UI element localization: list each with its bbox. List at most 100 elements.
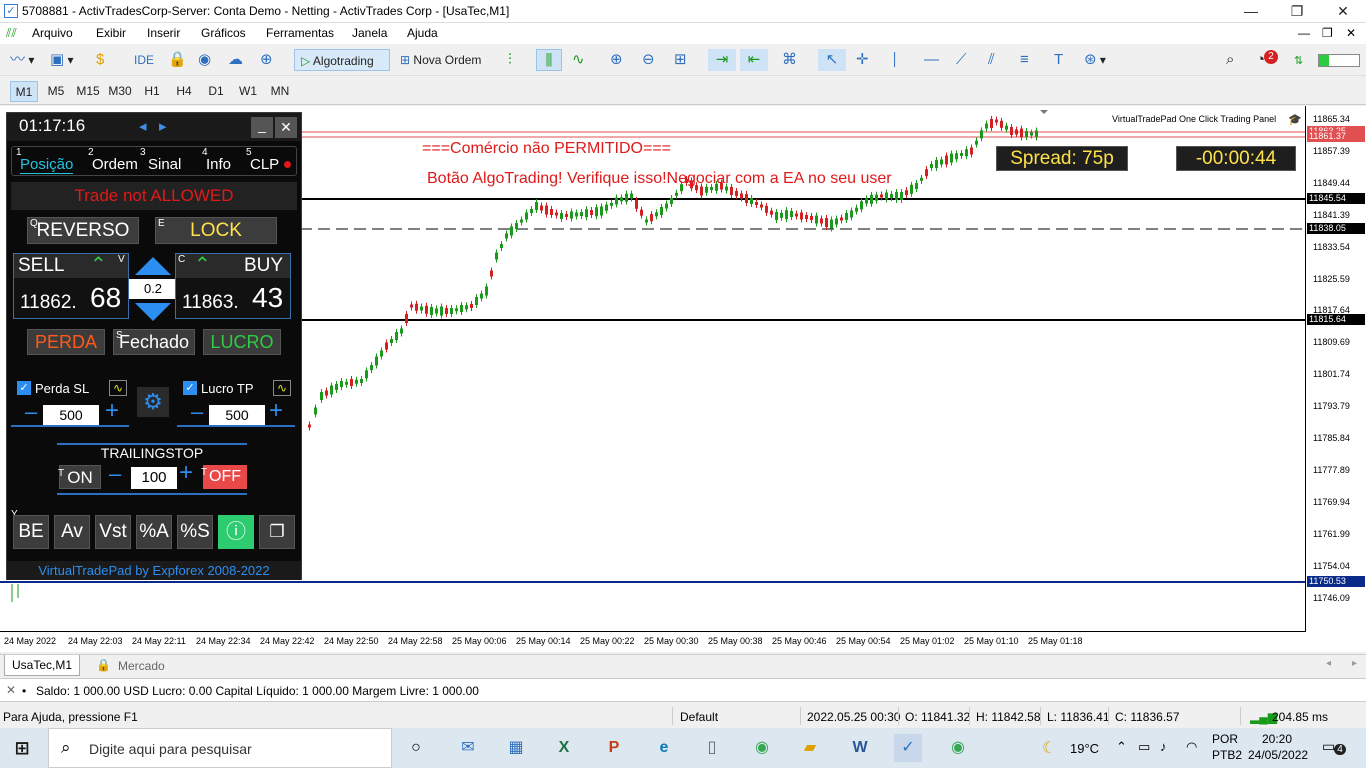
bar-chart-icon[interactable]: ⫶ <box>508 49 512 71</box>
sell-button[interactable]: SELL ⌃ V 11862. 68 <box>13 253 129 319</box>
calculator-icon[interactable]: ▦ <box>502 734 530 762</box>
crosshair-icon[interactable]: ✛ <box>856 49 869 71</box>
perda-button[interactable]: PERDA <box>27 329 105 355</box>
menu-janela[interactable]: Janela <box>352 26 387 40</box>
info-icon[interactable]: ⓘ <box>218 515 254 549</box>
line-chart-icon[interactable]: 〰 <box>10 49 25 71</box>
percent-s-button[interactable]: %S <box>177 515 213 549</box>
tab-mercado[interactable]: Mercado <box>118 659 165 673</box>
tp-wave-icon[interactable]: ∿ <box>273 380 291 396</box>
menu-inserir[interactable]: Inserir <box>147 26 180 40</box>
battery-icon[interactable]: ▭ <box>1138 739 1150 755</box>
panel-close-button[interactable]: ✕ <box>275 117 297 138</box>
tab-sinal[interactable]: Sinal <box>148 156 181 173</box>
menu-ajuda[interactable]: Ajuda <box>407 26 438 40</box>
sl-checkbox[interactable]: ✓ <box>17 381 31 395</box>
notepad-icon[interactable]: ▯ <box>698 734 726 762</box>
volume-icon[interactable]: ♪ <box>1160 739 1167 754</box>
tp-input[interactable]: 500 <box>209 405 265 425</box>
chart-plot[interactable]: VirtualTradePad One Click Trading Panel … <box>0 106 1306 632</box>
word-icon[interactable]: W <box>846 734 874 762</box>
lot-input[interactable]: 0.2 <box>129 279 177 299</box>
lock-icon[interactable]: 🔒 <box>168 49 187 71</box>
fechado-button[interactable]: S Fechado <box>113 329 195 355</box>
market-dollar-icon[interactable]: $ <box>96 49 104 71</box>
maximize-button[interactable]: ❐ <box>1274 0 1320 23</box>
text-icon[interactable]: T <box>1054 49 1063 71</box>
globe-icon[interactable]: ⊕ <box>260 49 273 71</box>
zoom-in-icon[interactable]: ⊕ <box>610 49 623 71</box>
lot-up-icon[interactable] <box>135 257 171 275</box>
tab-usatec[interactable]: UsaTec,M1 <box>4 655 80 676</box>
task-view-icon[interactable]: ○ <box>402 734 430 762</box>
chrome-profile-icon[interactable]: ◉ <box>944 734 972 762</box>
close-button[interactable]: ✕ <box>1320 0 1366 23</box>
tp-checkbox[interactable]: ✓ <box>183 381 197 395</box>
lucro-button[interactable]: LUCRO <box>203 329 281 355</box>
chart-area[interactable]: VirtualTradePad One Click Trading Panel … <box>0 106 1366 652</box>
toolbox-close-icon[interactable]: ✕ <box>6 683 16 697</box>
powerpoint-icon[interactable]: P <box>600 734 628 762</box>
tab-ordem[interactable]: Ordem <box>92 156 138 173</box>
screenshot-icon[interactable]: ⌘ <box>782 49 797 71</box>
signal-icon[interactable]: ◉ <box>198 49 211 71</box>
tab-clp[interactable]: CLP <box>250 156 279 173</box>
sl-minus-button[interactable]: – <box>25 399 37 425</box>
ts-on-button[interactable]: T ON <box>58 465 101 489</box>
tab-scroll-left-icon[interactable]: ◂ <box>1326 658 1331 669</box>
window-toggle-icon[interactable]: ❐ <box>259 515 295 549</box>
sl-plus-button[interactable]: + <box>105 397 119 425</box>
zoom-out-icon[interactable]: ⊖ <box>642 49 655 71</box>
nav-right-icon[interactable]: ▸ <box>159 117 167 135</box>
tray-chevron-icon[interactable]: ⌃ <box>1116 739 1127 755</box>
horizontal-line-icon[interactable]: — <box>924 49 939 71</box>
candlestick-icon[interactable]: ⫼ <box>546 50 553 72</box>
tf-m1[interactable]: M1 <box>10 81 38 102</box>
cursor-icon[interactable]: ↖ <box>826 49 839 71</box>
chart-mode-icon[interactable]: ⫽⫽ <box>6 26 17 41</box>
sl-input[interactable]: 500 <box>43 405 99 425</box>
wifi-icon[interactable]: ◠ <box>1186 739 1197 755</box>
lock-button[interactable]: E LOCK <box>155 217 277 244</box>
metatrader-icon[interactable]: ✓ <box>894 734 922 762</box>
tf-mn[interactable]: MN <box>266 81 294 102</box>
tp-minus-button[interactable]: – <box>191 399 203 425</box>
vertical-line-icon[interactable]: ⎸ <box>894 49 909 71</box>
mail-icon[interactable]: ✉ <box>454 734 482 762</box>
tf-m15[interactable]: M15 <box>74 81 102 102</box>
menu-graficos[interactable]: Gráficos <box>201 26 246 40</box>
autoscroll-icon[interactable]: ⇥ <box>716 49 729 71</box>
tf-w1[interactable]: W1 <box>234 81 262 102</box>
buy-button[interactable]: C ⌃ BUY 11863. 43 <box>175 253 291 319</box>
clock-time[interactable]: 20:20 <box>1262 732 1292 746</box>
notification-center-icon[interactable]: ▭ <box>1322 738 1335 755</box>
line-icon[interactable]: ∿ <box>572 49 585 71</box>
explorer-icon[interactable]: ▰ <box>796 734 824 762</box>
chart-window-icon[interactable]: ▣ <box>50 49 64 71</box>
tab-posicao[interactable]: Posição <box>20 156 74 174</box>
channel-icon[interactable]: ⫽ <box>988 49 995 71</box>
lang-1[interactable]: POR <box>1212 732 1238 746</box>
grid-icon[interactable]: ⊞ <box>674 49 687 71</box>
ts-minus-button[interactable]: – <box>109 461 121 487</box>
sl-wave-icon[interactable]: ∿ <box>109 380 127 396</box>
taskbar-search[interactable]: ⌕ Digite aqui para pesquisar <box>48 728 392 768</box>
tf-m30[interactable]: M30 <box>106 81 134 102</box>
vst-button[interactable]: Vst <box>95 515 131 549</box>
fibonacci-icon[interactable]: ≡ <box>1020 49 1029 71</box>
settings-gear-icon[interactable]: ⚙ <box>137 387 169 417</box>
tab-scroll-right-icon[interactable]: ▸ <box>1352 658 1357 669</box>
ts-input[interactable]: 100 <box>131 467 177 489</box>
chrome-icon[interactable]: ◉ <box>748 734 776 762</box>
mdi-close[interactable]: ✕ <box>1346 26 1356 40</box>
edge-icon[interactable]: e <box>650 734 678 762</box>
search-icon[interactable]: ⌕ <box>1226 49 1234 71</box>
lot-down-icon[interactable] <box>135 303 171 321</box>
excel-icon[interactable]: X <box>550 734 578 762</box>
ts-plus-button[interactable]: + <box>179 459 193 487</box>
mdi-restore[interactable]: ❐ <box>1322 26 1333 40</box>
menu-exibir[interactable]: Exibir <box>96 26 126 40</box>
percent-a-button[interactable]: %A <box>136 515 172 549</box>
be-button[interactable]: BE <box>13 515 49 549</box>
algotrading-button[interactable]: ▷ Algotrading <box>294 49 390 71</box>
